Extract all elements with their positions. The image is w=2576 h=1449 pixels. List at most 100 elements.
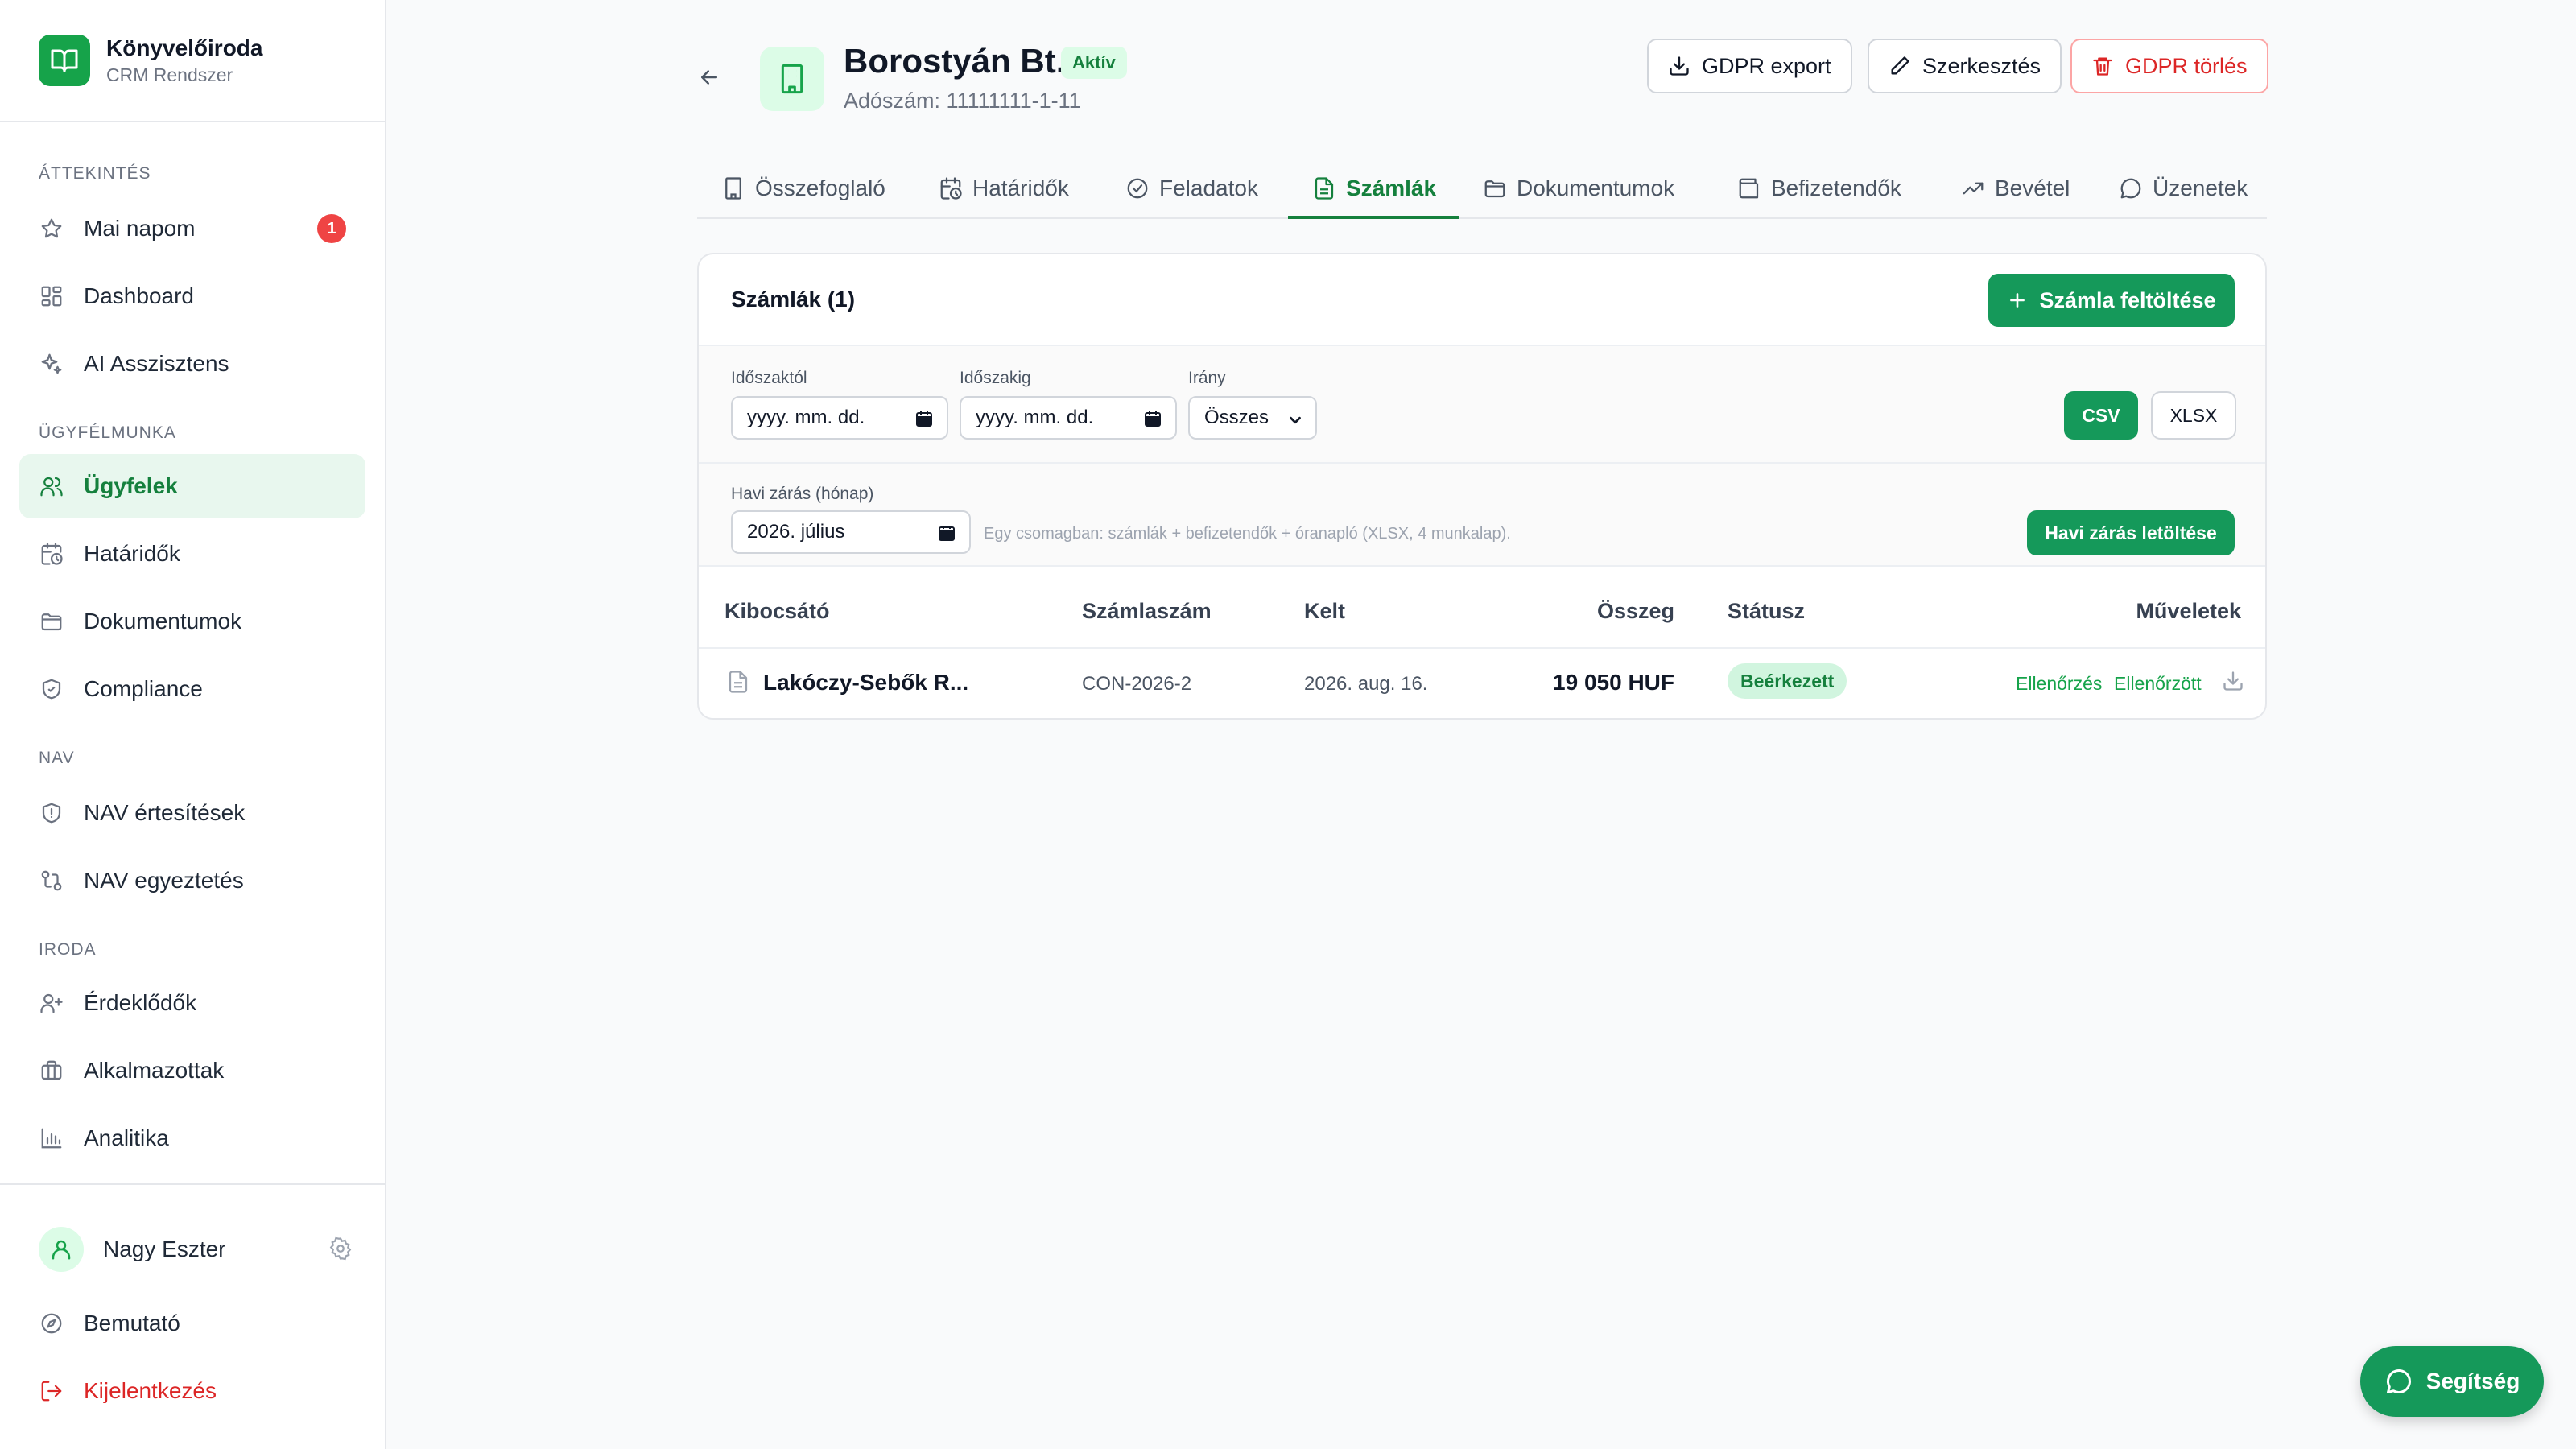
sidebar-item-dokumentumok[interactable]: Dokumentumok <box>19 589 365 654</box>
building-icon <box>760 47 824 111</box>
sidebar-item-hataridok[interactable]: Határidők <box>19 522 365 586</box>
book-open-icon <box>39 35 90 86</box>
tab-label: Összefoglaló <box>755 175 886 200</box>
tab-szamlak[interactable]: Számlák <box>1312 158 1436 219</box>
column-header-status: Státusz <box>1728 599 1806 623</box>
monthly-close-download-button[interactable]: Havi zárás letöltése <box>2027 510 2235 555</box>
sidebar-item-alkalmazottak[interactable]: Alkalmazottak <box>19 1038 365 1103</box>
sidebar-item-label: Határidők <box>84 541 180 566</box>
calendar-clock-icon <box>939 176 963 200</box>
folder-icon <box>1483 176 1507 200</box>
edit-button[interactable]: Szerkesztés <box>1868 39 2062 93</box>
calendar-icon[interactable] <box>914 409 934 434</box>
column-header-number[interactable]: Számlaszám <box>1082 599 1212 624</box>
column-header-actions: Műveletek <box>2136 599 2241 623</box>
tab-befizetendok[interactable]: Befizetendők <box>1737 158 1901 219</box>
monthly-close-label: Havi zárás (hónap) <box>731 485 874 503</box>
tab-label: Határidők <box>972 175 1069 200</box>
help-button[interactable]: Segítség <box>2360 1346 2544 1417</box>
sidebar-item-analitika[interactable]: Analitika <box>19 1106 365 1170</box>
sidebar-item-label: Dokumentumok <box>84 609 242 634</box>
column-header-issuer[interactable]: Kibocsátó <box>724 599 830 624</box>
sidebar-item-nav-egyeztetes[interactable]: NAV egyeztetés <box>19 848 365 913</box>
file-icon <box>726 670 750 698</box>
star-icon <box>39 216 64 242</box>
gear-icon[interactable] <box>328 1236 353 1265</box>
sidebar-item-label: Kijelentkezés <box>84 1378 217 1403</box>
direction-select[interactable]: Összes <box>1188 396 1317 440</box>
sidebar-item-label: NAV egyeztetés <box>84 868 244 893</box>
arrow-left-icon <box>697 65 721 93</box>
verified-link[interactable]: Ellenőrzött <box>2114 673 2202 695</box>
back-button[interactable] <box>697 64 737 93</box>
sidebar-item-label: Dashboard <box>84 283 194 308</box>
filter-divider <box>699 462 2265 464</box>
sidebar-item-nav-ertesitesek[interactable]: NAV értesítések <box>19 781 365 845</box>
table-divider <box>699 565 2265 567</box>
period-to-value: yyyy. mm. dd. <box>976 407 1094 428</box>
period-from-value: yyyy. mm. dd. <box>747 407 865 428</box>
shield-check-icon <box>39 676 64 702</box>
xlsx-export-button[interactable]: XLSX <box>2151 391 2236 440</box>
briefcase-icon <box>39 1058 64 1084</box>
table-header-divider <box>699 647 2265 649</box>
tab-label: Bevétel <box>1995 175 2070 200</box>
column-header-date[interactable]: Kelt <box>1304 599 1345 624</box>
tab-hataridok[interactable]: Határidők <box>939 158 1069 219</box>
calendar-icon[interactable] <box>937 523 956 548</box>
upload-invoice-label: Számla feltöltése <box>2039 287 2216 312</box>
tab-osszefoglalo[interactable]: Összefoglaló <box>721 158 886 219</box>
invoice-status-badge: Beérkezett <box>1728 663 1847 699</box>
section-label-nav: NAV <box>39 749 75 767</box>
user-profile[interactable]: Nagy Eszter <box>39 1227 353 1272</box>
upload-invoice-button[interactable]: Számla feltöltése <box>1988 274 2235 327</box>
download-icon[interactable] <box>2222 670 2244 696</box>
gdpr-delete-label: GDPR törlés <box>2125 53 2248 78</box>
csv-export-button[interactable]: CSV <box>2064 391 2138 440</box>
tab-label: Számlák <box>1346 175 1437 200</box>
status-badge: Aktív <box>1061 47 1127 79</box>
verify-link[interactable]: Ellenőrzés <box>2016 673 2102 695</box>
app-name: Könyvelőiroda <box>106 35 263 60</box>
invoice-number: CON-2026-2 <box>1082 673 1192 695</box>
wallet-icon <box>1737 176 1761 200</box>
user-name: Nagy Eszter <box>103 1236 226 1261</box>
trending-up-icon <box>1961 176 1985 200</box>
tab-dokumentumok[interactable]: Dokumentumok <box>1483 158 1674 219</box>
sidebar-item-label: AI Asszisztens <box>84 351 229 376</box>
git-compare-icon <box>39 868 64 894</box>
sidebar-item-ugyfelek[interactable]: Ügyfelek <box>19 454 365 518</box>
calendar-icon[interactable] <box>1143 409 1162 434</box>
client-name: Borostyán Bt. <box>844 42 1066 80</box>
sidebar-item-erdeklodok[interactable]: Érdeklődők <box>19 971 365 1035</box>
file-text-icon <box>1312 176 1336 200</box>
logout-icon <box>39 1378 64 1404</box>
logout-button[interactable]: Kijelentkezés <box>19 1359 365 1423</box>
user-plus-icon <box>39 990 64 1016</box>
tab-feladatok[interactable]: Feladatok <box>1125 158 1258 219</box>
chevron-down-icon <box>1286 411 1304 435</box>
plus-icon <box>2007 290 2028 311</box>
monthly-close-input[interactable]: 2026. július <box>731 510 971 554</box>
period-from-input[interactable]: yyyy. mm. dd. <box>731 396 948 440</box>
sidebar-item-compliance[interactable]: Compliance <box>19 657 365 721</box>
tab-bevetel[interactable]: Bevétel <box>1961 158 2070 219</box>
period-from-label: Időszaktól <box>731 369 807 387</box>
column-header-amount[interactable]: Összeg <box>1597 599 1674 624</box>
sidebar-item-bemutato[interactable]: Bemutató <box>19 1291 365 1356</box>
app-subtitle: CRM Rendszer <box>106 64 233 85</box>
period-to-input[interactable]: yyyy. mm. dd. <box>960 396 1177 440</box>
sidebar-item-label: Analitika <box>84 1125 169 1150</box>
sidebar-item-dashboard[interactable]: Dashboard <box>19 264 365 328</box>
sidebar-item-label: Érdeklődők <box>84 990 197 1015</box>
gdpr-export-button[interactable]: GDPR export <box>1647 39 1852 93</box>
tab-uzenetek[interactable]: Üzenetek <box>2119 158 2248 219</box>
sidebar-item-ai-asszisztens[interactable]: AI Asszisztens <box>19 332 365 396</box>
invoices-card: Számlák (1) Számla feltöltése Időszaktól… <box>697 253 2267 720</box>
sidebar-item-label: Bemutató <box>84 1311 180 1335</box>
help-label: Segítség <box>2425 1368 2520 1393</box>
tax-id: Adószám: 11111111-1-11 <box>844 89 1081 113</box>
direction-value: Összes <box>1204 407 1269 428</box>
sidebar-item-mai-napom[interactable]: Mai napom 1 <box>19 196 365 261</box>
gdpr-delete-button[interactable]: GDPR törlés <box>2070 39 2268 93</box>
